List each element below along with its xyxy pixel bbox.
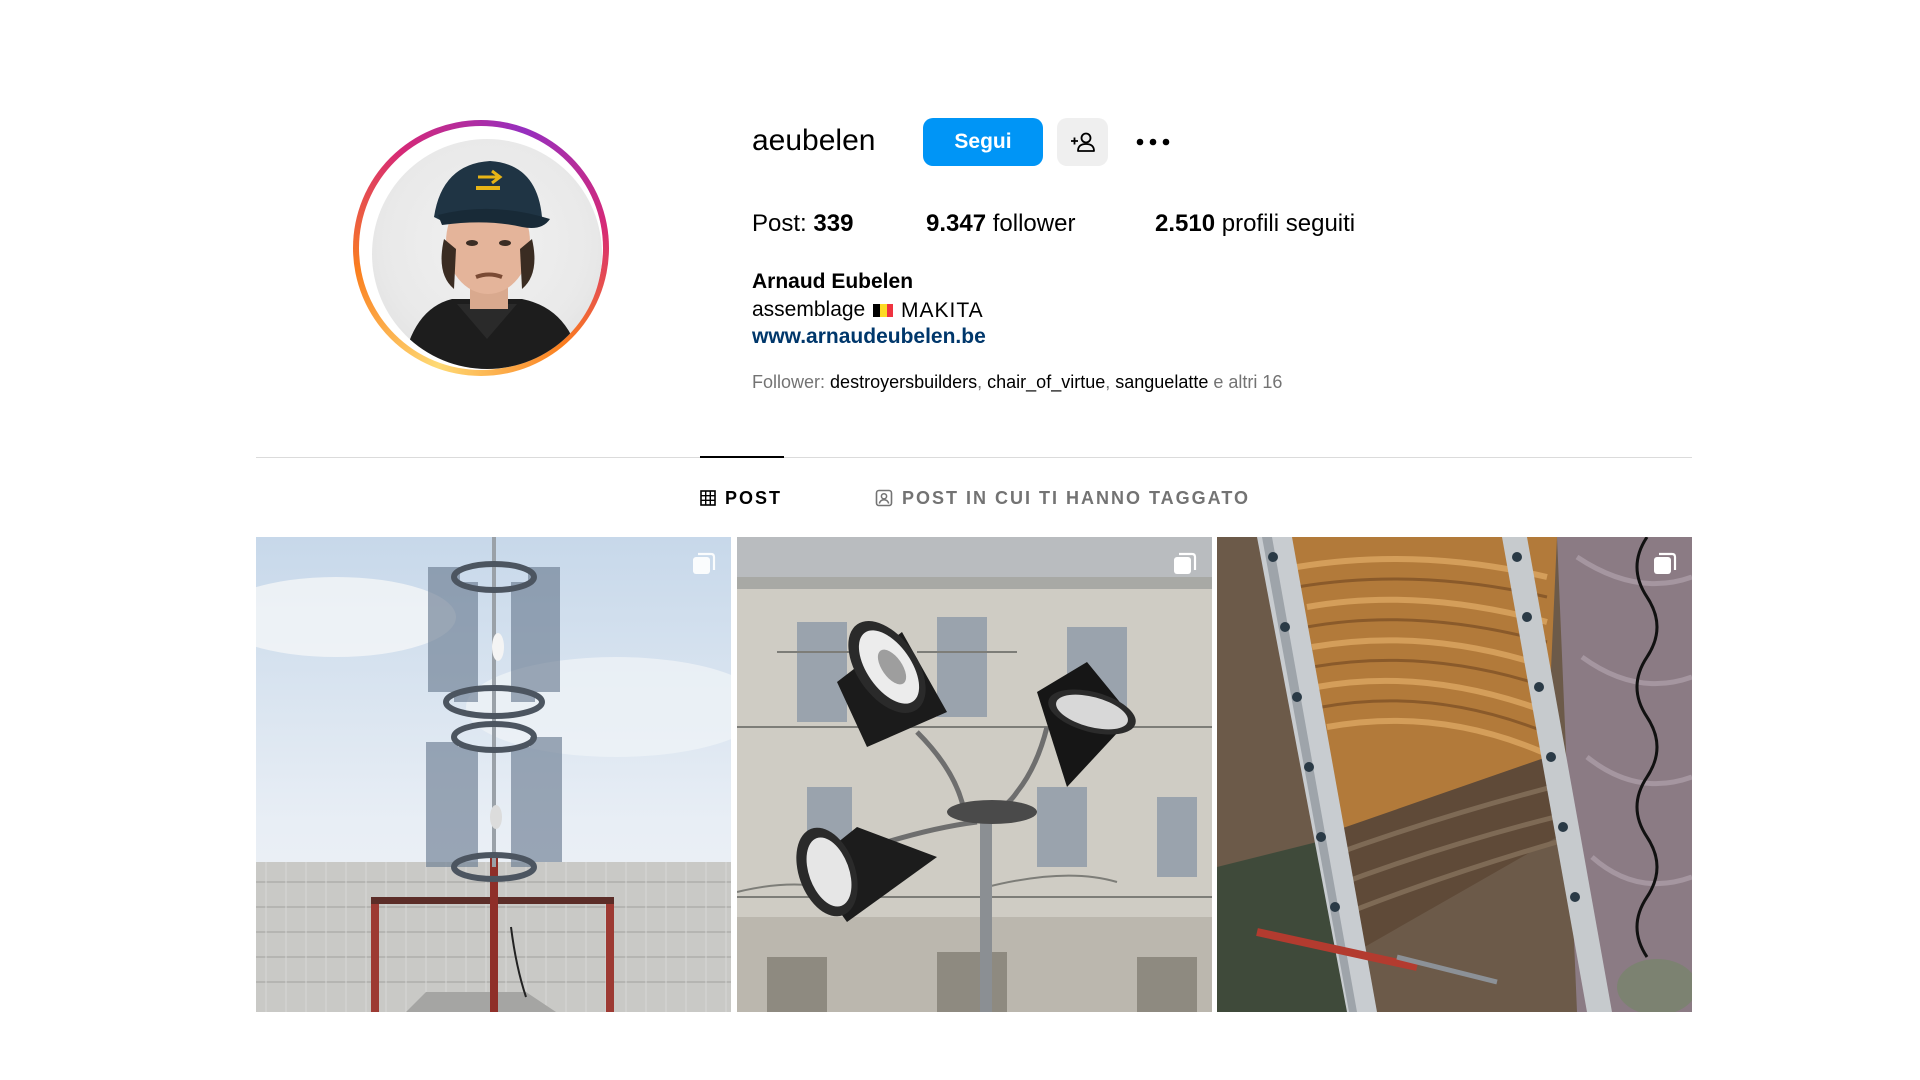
multiple-posts-icon	[1654, 552, 1677, 574]
profile-username: aeubelen	[752, 124, 876, 157]
post-thumbnail[interactable]	[737, 537, 1212, 1012]
bio: assemblage MAKITA	[752, 296, 997, 324]
post-image-turbine	[256, 537, 731, 1012]
multiple-posts-icon	[1174, 552, 1197, 574]
bio-text: assemblage	[752, 298, 866, 321]
grid-icon	[700, 490, 716, 506]
tagged-icon	[875, 489, 893, 507]
belgium-flag-icon	[873, 303, 894, 317]
posts-count: Post: 339	[752, 210, 854, 237]
more-options-button[interactable]	[1133, 122, 1173, 162]
tabs-divider	[256, 457, 1692, 458]
multiple-posts-icon	[693, 552, 716, 574]
follower-name[interactable]: chair_of_virtue	[987, 372, 1105, 392]
person-add-icon	[1070, 132, 1095, 152]
post-thumbnail[interactable]	[256, 537, 731, 1012]
avatar-image	[402, 161, 582, 369]
follower-name[interactable]: destroyersbuilders	[830, 372, 977, 392]
post-image-cushions	[1217, 537, 1692, 1012]
avatar-story-ring[interactable]	[353, 120, 609, 376]
post-image-loudspeakers	[737, 537, 1212, 1012]
suggest-accounts-button[interactable]	[1057, 118, 1108, 166]
full-name: Arnaud Eubelen	[752, 270, 914, 293]
more-horizontal-icon	[1136, 138, 1170, 146]
tab-posts[interactable]: POST	[700, 486, 782, 510]
followed-by[interactable]: Follower: destroyersbuilders, chair_of_v…	[752, 370, 1282, 394]
post-thumbnail[interactable]	[1217, 537, 1692, 1012]
follower-name[interactable]: sanguelatte	[1115, 372, 1208, 392]
svg-text:MAKITA: MAKITA	[901, 299, 984, 321]
website-link[interactable]: www.arnaudeubelen.be	[752, 323, 986, 351]
followers-count[interactable]: 9.347 follower	[926, 208, 1075, 240]
follow-button[interactable]: Segui	[923, 118, 1043, 166]
followed-by-more: e altri 16	[1213, 372, 1283, 392]
avatar[interactable]	[372, 139, 602, 369]
bio-brand: MAKITA	[901, 299, 984, 321]
tab-tagged[interactable]: POST IN CUI TI HANNO TAGGATO	[875, 486, 1250, 510]
following-count[interactable]: 2.510 profili seguiti	[1155, 208, 1355, 240]
active-tab-indicator	[700, 456, 784, 458]
